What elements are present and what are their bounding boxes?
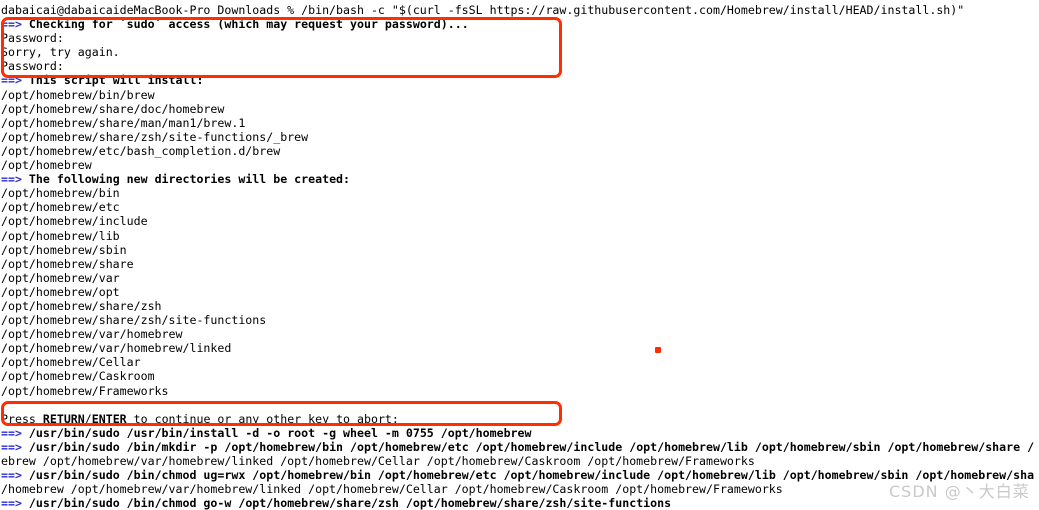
- path-text: /opt/homebrew/share/doc/homebrew: [1, 101, 225, 116]
- status-text: /usr/bin/sudo /bin/chmod go-w /opt/homeb…: [21, 496, 672, 510]
- terminal-line-path: /opt/homebrew/opt: [1, 285, 1039, 299]
- path-text: /opt/homebrew/Cellar: [1, 355, 141, 370]
- path-text: Sorry, try again.: [1, 45, 120, 60]
- terminal-line-status: ==> The following new directories will b…: [1, 172, 1039, 186]
- terminal-line-status: ==> /usr/bin/sudo /bin/mkdir -p /opt/hom…: [1, 440, 1039, 454]
- path-text: /opt/homebrew/var: [1, 270, 120, 285]
- path-text: /opt/homebrew/etc/bash_completion.d/brew: [1, 143, 281, 158]
- status-arrow-icon: ==>: [1, 468, 22, 483]
- status-arrow-icon: ==>: [1, 425, 22, 440]
- command-text: dabaicai@dabaicaideMacBook-Pro Downloads…: [1, 3, 965, 17]
- status-text: /usr/bin/sudo /bin/chmod ug=rwx /opt/hom…: [21, 468, 1035, 483]
- terminal-line-path: Password:: [1, 59, 1039, 73]
- terminal-line-status: ==> This script will install:: [1, 73, 1039, 87]
- path-text: /opt/homebrew/share/man/man1/brew.1: [1, 115, 246, 130]
- terminal-line-path: /opt/homebrew/Caskroom: [1, 369, 1039, 383]
- terminal-line-path: /opt/homebrew/share/zsh: [1, 299, 1039, 313]
- path-text: /opt/homebrew/etc: [1, 200, 120, 215]
- annotation-dot: [655, 347, 661, 353]
- path-text: /homebrew /opt/homebrew/var/homebrew/lin…: [1, 482, 783, 497]
- status-text: Checking for `sudo` access (which may re…: [21, 17, 469, 32]
- terminal-line-path: /opt/homebrew/var/homebrew: [1, 327, 1039, 341]
- press-return-after: to continue or any other key to abort:: [126, 411, 399, 426]
- path-text: /opt/homebrew/bin/brew: [1, 87, 155, 102]
- path-text: /opt/homebrew/share/zsh/site-functions: [1, 313, 267, 328]
- terminal-line-path: /opt/homebrew/share/man/man1/brew.1: [1, 116, 1039, 130]
- terminal-line-path: /opt/homebrew/include: [1, 214, 1039, 228]
- status-arrow-icon: ==>: [1, 73, 22, 88]
- terminal-output[interactable]: dabaicai@dabaicaideMacBook-Pro Downloads…: [0, 0, 1039, 510]
- status-arrow-icon: ==>: [1, 496, 22, 510]
- terminal-line-path: Sorry, try again.: [1, 45, 1039, 59]
- status-text: The following new directories will be cr…: [21, 172, 351, 187]
- path-text: /opt/homebrew: [1, 158, 92, 173]
- press-return-slash: /: [84, 411, 92, 426]
- terminal-line-path: /opt/homebrew/Frameworks: [1, 384, 1039, 398]
- terminal-line-path: /opt/homebrew/share: [1, 257, 1039, 271]
- csdn-watermark: CSDN @丶大白菜: [889, 482, 1030, 501]
- path-text: /opt/homebrew/opt: [1, 284, 120, 299]
- path-text: /opt/homebrew/share: [1, 256, 134, 271]
- terminal-line-path: /opt/homebrew/bin/brew: [1, 88, 1039, 102]
- key-enter: ENTER: [91, 411, 127, 426]
- press-return-before: Press: [1, 411, 43, 426]
- path-text: /opt/homebrew/Caskroom: [1, 369, 155, 384]
- terminal-line-command: dabaicai@dabaicaideMacBook-Pro Downloads…: [1, 3, 1039, 17]
- path-text: /opt/homebrew/share/zsh: [1, 298, 162, 313]
- terminal-line-path: /opt/homebrew/share/zsh/site-functions: [1, 313, 1039, 327]
- terminal-line-path: /opt/homebrew/var/homebrew/linked: [1, 341, 1039, 355]
- terminal-line-status: ==> /usr/bin/sudo /bin/chmod go-w /opt/h…: [1, 496, 1039, 510]
- path-text: /opt/homebrew/share/zsh/site-functions/_…: [1, 129, 309, 144]
- terminal-line-path: /opt/homebrew/share/doc/homebrew: [1, 102, 1039, 116]
- path-text: Password:: [1, 31, 64, 46]
- terminal-line-path: /opt/homebrew/etc: [1, 200, 1039, 214]
- terminal-line-path: /opt/homebrew/etc/bash_completion.d/brew: [1, 144, 1039, 158]
- terminal-line-path: ebrew /opt/homebrew/var/homebrew/linked …: [1, 454, 1039, 468]
- terminal-line-status: ==> Checking for `sudo` access (which ma…: [1, 17, 1039, 31]
- terminal-line-path: /opt/homebrew/sbin: [1, 243, 1039, 257]
- path-text: /opt/homebrew/bin: [1, 186, 120, 201]
- path-text: /opt/homebrew/var/homebrew: [1, 327, 183, 342]
- path-text: /opt/homebrew/sbin: [1, 242, 127, 257]
- key-return: RETURN: [42, 411, 85, 426]
- path-text: /opt/homebrew/include: [1, 214, 148, 229]
- terminal-line-path: /homebrew /opt/homebrew/var/homebrew/lin…: [1, 482, 1039, 496]
- status-arrow-icon: ==>: [1, 172, 22, 187]
- path-text: ebrew /opt/homebrew/var/homebrew/linked …: [1, 454, 755, 468]
- status-text: /usr/bin/sudo /bin/mkdir -p /opt/homebre…: [21, 439, 1035, 454]
- status-arrow-icon: ==>: [1, 439, 22, 454]
- terminal-line-status: ==> /usr/bin/sudo /usr/bin/install -d -o…: [1, 426, 1039, 440]
- terminal-line-status: ==> /usr/bin/sudo /bin/chmod ug=rwx /opt…: [1, 468, 1039, 482]
- path-text: Password:: [1, 59, 64, 74]
- path-text: /opt/homebrew/Frameworks: [1, 383, 169, 398]
- path-text: /opt/homebrew/var/homebrew/linked: [1, 341, 232, 356]
- path-text: /opt/homebrew/lib: [1, 228, 120, 243]
- terminal-line-path: /opt/homebrew/Cellar: [1, 355, 1039, 369]
- terminal-line-press-return: Press RETURN/ENTER to continue or any ot…: [1, 412, 1039, 426]
- status-text: /usr/bin/sudo /usr/bin/install -d -o roo…: [21, 425, 532, 440]
- terminal-line-path: /opt/homebrew: [1, 158, 1039, 172]
- status-text: This script will install:: [21, 73, 204, 88]
- terminal-line-path: Password:: [1, 31, 1039, 45]
- terminal-line-path: /opt/homebrew/bin: [1, 186, 1039, 200]
- status-arrow-icon: ==>: [1, 17, 22, 32]
- terminal-line-path: /opt/homebrew/share/zsh/site-functions/_…: [1, 130, 1039, 144]
- terminal-line-path: /opt/homebrew/lib: [1, 229, 1039, 243]
- terminal-line-path: /opt/homebrew/var: [1, 271, 1039, 285]
